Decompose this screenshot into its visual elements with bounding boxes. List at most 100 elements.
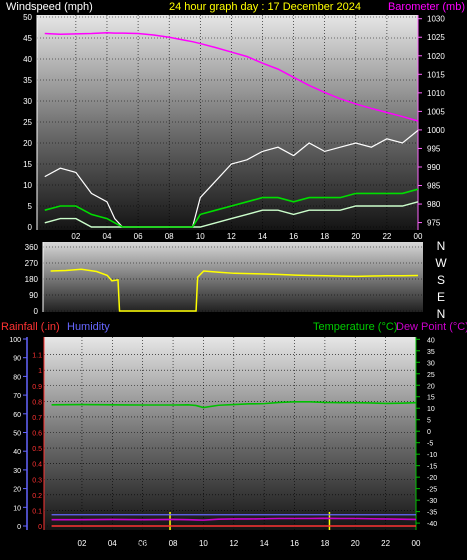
temperature-tick-label: 15 <box>427 395 435 402</box>
wind-tick-label: 35 <box>23 76 32 85</box>
barometer-tick-label: 980 <box>427 200 441 209</box>
climate-panel <box>44 337 416 530</box>
dewpoint-label: Dew Point (°C) <box>396 321 467 333</box>
wind-x-tick-label: 04 <box>103 232 112 241</box>
wind-x-tick-label: 22 <box>382 232 391 241</box>
direction-axes: 360 270 180 90 0 <box>25 242 44 316</box>
rain-tick-label: 0.9 <box>32 384 42 391</box>
wind-tick-label: 15 <box>23 160 32 169</box>
humidity-tick-label: 40 <box>13 449 21 456</box>
wind-tick-label: 5 <box>28 202 33 211</box>
humidity-tick-label: 30 <box>13 468 21 475</box>
wind-x-tick-label: 00 <box>414 232 423 241</box>
direction-tick-label: 180 <box>25 275 39 284</box>
humidity-tick-label: 50 <box>13 431 21 438</box>
wind-tick-label: 0 <box>28 223 33 232</box>
barometer-tick-label: 1020 <box>427 52 445 61</box>
wind-x-tick-label: 18 <box>320 232 329 241</box>
rain-tick-label: 0.7 <box>32 415 42 422</box>
sunrise-label: Sunrise <box>125 539 156 549</box>
climate-x-tick-label: 02 <box>78 539 87 548</box>
wind-tick-label: 45 <box>23 34 32 43</box>
wind-x-tick-label: 02 <box>71 232 80 241</box>
climate-x-tick-label: 18 <box>320 539 329 548</box>
barometer-tick-label: 1010 <box>427 89 445 98</box>
windspeed-label: Windspeed (mph) <box>6 1 93 13</box>
graph-canvas: Windspeed (mph) 24 hour graph day : 17 D… <box>1 1 467 549</box>
barometer-tick-label: 985 <box>427 182 441 191</box>
temperature-label: Temperature (°C) <box>313 321 397 333</box>
climate-x-tick-label: 14 <box>260 539 269 548</box>
direction-tick-label: 360 <box>25 243 39 252</box>
temperature-tick-label: 10 <box>427 406 435 413</box>
direction-panel <box>43 242 423 312</box>
rain-tick-label: 0 <box>38 524 42 531</box>
temperature-tick-label: 0 <box>427 429 431 436</box>
temperature-tick-label: 5 <box>427 418 431 425</box>
temperature-tick-label: -25 <box>427 487 437 494</box>
barometer-label: Barometer (mb) <box>388 1 465 13</box>
rain-tick-label: 0.6 <box>32 431 42 438</box>
temperature-tick-label: -10 <box>427 452 437 459</box>
compass-letter-w: W <box>435 256 447 270</box>
temperature-tick-label: -5 <box>427 441 433 448</box>
barometer-tick-label: 995 <box>427 144 441 153</box>
wind-tick-label: 50 <box>23 13 32 22</box>
wind-x-tick-label: 06 <box>134 232 143 241</box>
wind-x-tick-label: 08 <box>165 232 174 241</box>
wind-x-tick-label: 14 <box>258 232 267 241</box>
rain-tick-label: 1 <box>38 368 42 375</box>
rain-tick-label: 1.1 <box>32 353 42 360</box>
wind-x-tick-label: 20 <box>351 232 360 241</box>
temperature-tick-label: 20 <box>427 383 435 390</box>
temperature-tick-label: -30 <box>427 498 437 505</box>
humidity-tick-label: 10 <box>13 505 21 512</box>
wind-panel <box>37 15 418 230</box>
climate-x-tick-label: 10 <box>199 539 208 548</box>
barometer-tick-label: 975 <box>427 219 441 228</box>
temperature-tick-label: -15 <box>427 464 437 471</box>
temperature-tick-label: -35 <box>427 510 437 517</box>
barometer-tick-label: 1005 <box>427 107 445 116</box>
rain-tick-label: 0.1 <box>32 508 42 515</box>
wind-tick-label: 10 <box>23 181 32 190</box>
climate-x-tick-label: 12 <box>229 539 238 548</box>
barometer-tick-label: 1015 <box>427 70 445 79</box>
humidity-tick-label: 20 <box>13 487 21 494</box>
humidity-tick-label: 60 <box>13 412 21 419</box>
humidity-tick-label: 0 <box>17 524 21 531</box>
barometer-tick-label: 1000 <box>427 126 445 135</box>
direction-tick-label: 270 <box>25 259 39 268</box>
wind-x-tick-label: 10 <box>196 232 205 241</box>
temperature-tick-label: 35 <box>427 349 435 356</box>
rain-tick-label: 0.4 <box>32 462 42 469</box>
rain-tick-label: 0.2 <box>32 493 42 500</box>
direction-tick-label: 0 <box>34 307 39 316</box>
humidity-tick-label: 100 <box>9 337 21 344</box>
weather-graph: Windspeed (mph) 24 hour graph day : 17 D… <box>0 0 467 555</box>
humidity-tick-label: 70 <box>13 393 21 400</box>
wind-tick-label: 40 <box>23 55 32 64</box>
rain-tick-label: 0.5 <box>32 446 42 453</box>
humidity-label: Humidity <box>67 321 110 333</box>
climate-x-tick-label: 20 <box>351 539 360 548</box>
direction-tick-label: 90 <box>29 291 38 300</box>
barometer-tick-label: 1030 <box>427 15 445 24</box>
climate-x-tick-label: 08 <box>169 539 178 548</box>
humidity-tick-label: 90 <box>13 356 21 363</box>
climate-x-tick-label: 16 <box>290 539 299 548</box>
temperature-tick-label: -40 <box>427 521 437 528</box>
temperature-tick-label: -20 <box>427 475 437 482</box>
wind-tick-label: 25 <box>23 118 32 127</box>
rain-tick-label: 0.3 <box>32 477 42 484</box>
climate-x-tick-label: 04 <box>108 539 117 548</box>
compass-letter-e: E <box>437 290 445 304</box>
rainfall-label: Rainfall (.in) <box>1 321 60 333</box>
wind-tick-label: 20 <box>23 139 32 148</box>
temperature-tick-label: 30 <box>427 360 435 367</box>
compass-letter-n-bottom: N <box>437 307 446 321</box>
graph-title: 24 hour graph day : 17 December 2024 <box>169 1 361 13</box>
compass-letter-n-top: N <box>437 239 446 253</box>
temperature-tick-label: 40 <box>427 337 435 344</box>
humidity-tick-label: 80 <box>13 374 21 381</box>
